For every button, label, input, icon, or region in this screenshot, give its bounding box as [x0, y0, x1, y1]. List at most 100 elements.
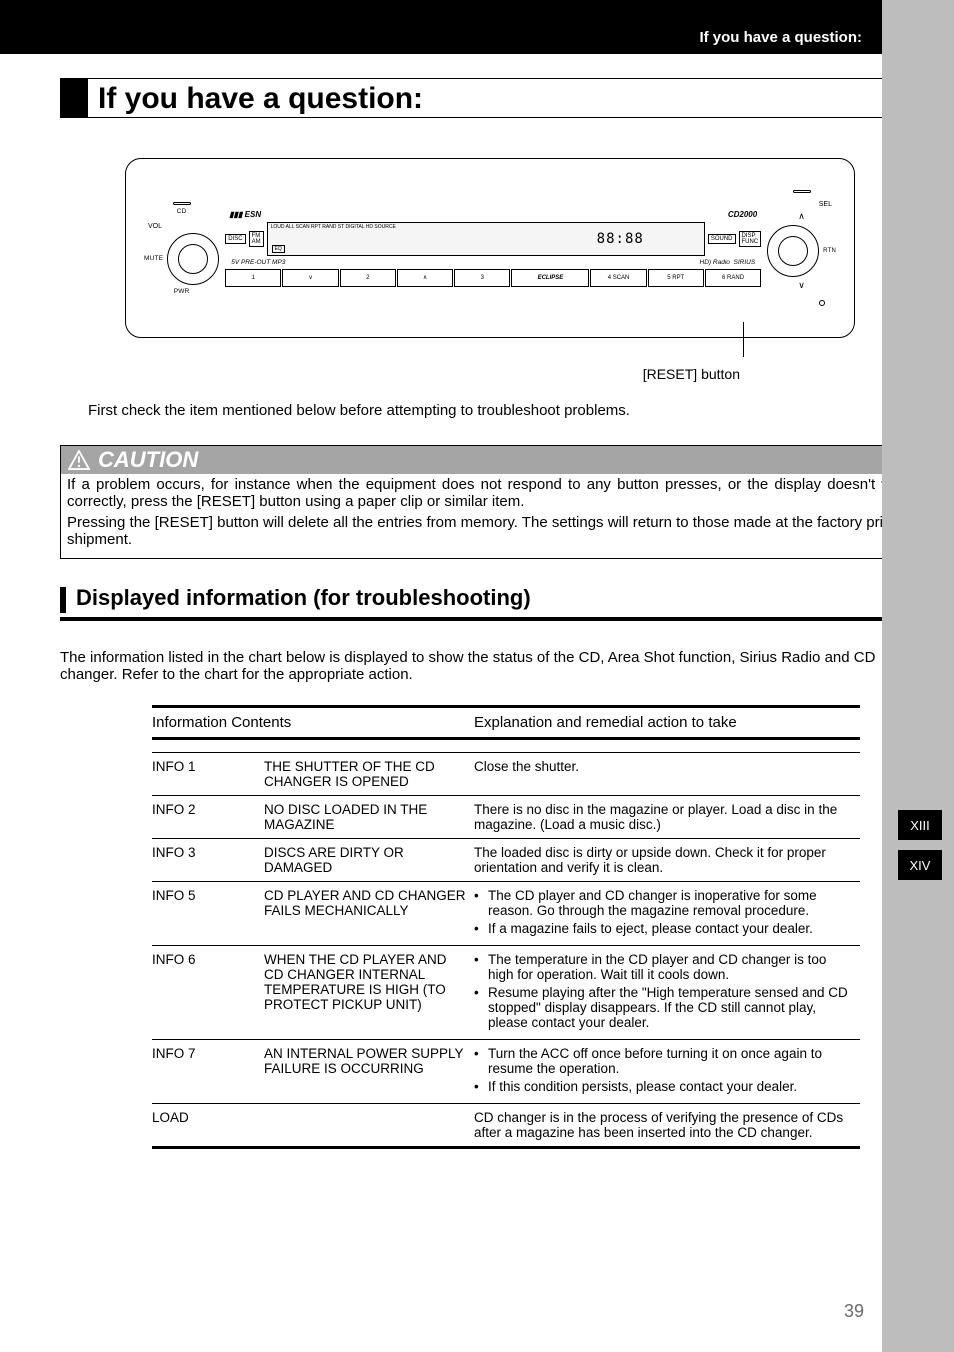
- eq-label: EQ: [272, 245, 285, 253]
- info-code: INFO 6: [152, 946, 264, 1040]
- cd-label: CD: [177, 208, 187, 215]
- info-explanation: Close the shutter.: [474, 753, 860, 796]
- section-heading: Displayed information (for troubleshooti…: [76, 585, 531, 613]
- left-knob[interactable]: [167, 233, 219, 285]
- info-code: INFO 7: [152, 1040, 264, 1104]
- preset-6-rand[interactable]: 6 RAND: [705, 269, 761, 287]
- sound-label: SOUND: [711, 236, 733, 242]
- section-heading-row: Displayed information (for troubleshooti…: [60, 585, 920, 621]
- info-content: [264, 1104, 474, 1148]
- hd-label: HD) Radio: [700, 259, 730, 266]
- info-code: INFO 3: [152, 839, 264, 882]
- caution-p1: If a problem occurs, for instance when t…: [67, 476, 913, 510]
- warning-triangle-icon: [68, 450, 90, 470]
- pwr-label: PWR: [174, 288, 190, 295]
- gray-strip: [882, 0, 954, 1352]
- disc-button[interactable]: DISC: [225, 234, 245, 244]
- device-faceplate: CD VOL MUTE PWR ▮▮▮ ESN CD2000 DISC: [125, 158, 855, 338]
- nav-down-icon[interactable]: ∨: [798, 280, 805, 291]
- page-title: If you have a question:: [88, 78, 920, 118]
- list-item: If a magazine fails to eject, please con…: [474, 921, 854, 936]
- preset-4-scan[interactable]: 4 SCAN: [590, 269, 646, 287]
- info-code: INFO 5: [152, 882, 264, 946]
- caution-body: If a problem occurs, for instance when t…: [61, 474, 919, 558]
- preset-5-rpt[interactable]: 5 RPT: [648, 269, 704, 287]
- table-row: INFO 5CD PLAYER AND CD CHANGER FAILS MEC…: [152, 882, 860, 946]
- preset-1[interactable]: 1: [225, 269, 281, 287]
- sound-button[interactable]: SOUND: [708, 234, 736, 244]
- info-table: Information Contents Explanation and rem…: [152, 705, 860, 1149]
- table-row: INFO 6WHEN THE CD PLAYER AND CD CHANGER …: [152, 946, 860, 1040]
- info-code: LOAD: [152, 1104, 264, 1148]
- header-label: If you have a question:: [699, 29, 862, 46]
- track-up[interactable]: ∧: [397, 269, 453, 287]
- page-number: 39: [844, 1301, 864, 1322]
- table-row: INFO 1THE SHUTTER OF THE CD CHANGER IS O…: [152, 753, 860, 796]
- list-item: The temperature in the CD player and CD …: [474, 952, 854, 982]
- eject-slot-icon: [173, 202, 191, 205]
- rtn-label: RTN: [823, 248, 836, 254]
- reset-hole[interactable]: [819, 300, 825, 306]
- table-header-left: Information Contents: [152, 707, 474, 739]
- sel-label: SEL: [767, 201, 836, 208]
- lcd-digits: 88:88: [597, 231, 644, 247]
- page-title-row: If you have a question:: [60, 78, 920, 118]
- list-item: If this condition persists, please conta…: [474, 1079, 854, 1094]
- list-item: Resume playing after the "High temperatu…: [474, 985, 854, 1030]
- track-down[interactable]: ∨: [282, 269, 338, 287]
- preset-button-row: 1 ∨ 2 ∧ 3 ECLIPSE 4 SCAN 5 RPT 6 RAND: [225, 269, 761, 287]
- info-content: THE SHUTTER OF THE CD CHANGER IS OPENED: [264, 753, 474, 796]
- caution-p2: Pressing the [RESET] button will delete …: [67, 514, 913, 548]
- eject-slot-right-icon: [793, 190, 811, 193]
- caution-header: CAUTION: [61, 446, 919, 474]
- info-explanation: There is no disc in the magazine or play…: [474, 796, 860, 839]
- info-content: AN INTERNAL POWER SUPPLY FAILURE IS OCCU…: [264, 1040, 474, 1104]
- info-content: WHEN THE CD PLAYER AND CD CHANGER INTERN…: [264, 946, 474, 1040]
- fm-am-button[interactable]: FM AM: [249, 231, 264, 247]
- faceplate-center: ▮▮▮ ESN CD2000 DISC FM AM LOUD ALL SCAN …: [225, 210, 761, 287]
- lcd-display: LOUD ALL SCAN RPT RAND ST DIGITAL HD SOU…: [267, 222, 705, 256]
- reset-caption: [RESET] button: [60, 366, 740, 382]
- right-knob[interactable]: [767, 225, 819, 277]
- table-row: INFO 7AN INTERNAL POWER SUPPLY FAILURE I…: [152, 1040, 860, 1104]
- side-tab-14[interactable]: XIV: [898, 850, 942, 880]
- table-header-right: Explanation and remedial action to take: [474, 707, 860, 739]
- info-code: INFO 2: [152, 796, 264, 839]
- info-explanation: The temperature in the CD player and CD …: [474, 946, 860, 1040]
- info-content: DISCS ARE DIRTY OR DAMAGED: [264, 839, 474, 882]
- list-item: The CD player and CD changer is inoperat…: [474, 888, 854, 918]
- table-row: LOAD CD changer is in the process of veri…: [152, 1104, 860, 1148]
- disc-label: DISC: [228, 236, 242, 242]
- preset-3[interactable]: 3: [454, 269, 510, 287]
- reset-pointer-line: [743, 322, 744, 357]
- title-ornament: [60, 78, 88, 118]
- eclipse-logo: ECLIPSE: [511, 269, 589, 287]
- preout-label: 5V PRE-OUT MP3: [231, 259, 285, 266]
- info-table-wrap: Information Contents Explanation and rem…: [152, 705, 860, 1149]
- intro-text: First check the item mentioned below bef…: [88, 402, 920, 419]
- faceplate-left-column: CD VOL MUTE PWR: [144, 202, 219, 295]
- am-label: AM: [252, 239, 261, 245]
- caution-title: CAUTION: [98, 446, 198, 474]
- info-content: CD PLAYER AND CD CHANGER FAILS MECHANICA…: [264, 882, 474, 946]
- table-row: INFO 2NO DISC LOADED IN THE MAGAZINETher…: [152, 796, 860, 839]
- disp-func-button[interactable]: DISP FUNC: [739, 231, 762, 247]
- esn-label: ESN: [245, 210, 261, 219]
- info-explanation: The loaded disc is dirty or upside down.…: [474, 839, 860, 882]
- nav-up-icon[interactable]: ∧: [798, 211, 805, 222]
- info-explanation: CD changer is in the process of verifyin…: [474, 1104, 860, 1148]
- info-explanation: The CD player and CD changer is inoperat…: [474, 882, 860, 946]
- func-label: FUNC: [742, 239, 759, 245]
- model-label: CD2000: [728, 210, 757, 219]
- faceplate-right-column: SEL ∧ RTN ∨: [767, 190, 836, 306]
- table-row: INFO 3DISCS ARE DIRTY OR DAMAGEDThe load…: [152, 839, 860, 882]
- sirius-label: SIRIUS: [734, 259, 756, 266]
- side-tabs: XIII XIV: [898, 810, 942, 880]
- vol-label: VOL: [144, 223, 219, 230]
- side-tab-13[interactable]: XIII: [898, 810, 942, 840]
- info-code: INFO 1: [152, 753, 264, 796]
- preset-2[interactable]: 2: [340, 269, 396, 287]
- list-item: Turn the ACC off once before turning it …: [474, 1046, 854, 1076]
- section-head-ornament: [60, 587, 66, 613]
- content-area: If you have a question: CD VOL MUTE PWR …: [60, 54, 920, 1149]
